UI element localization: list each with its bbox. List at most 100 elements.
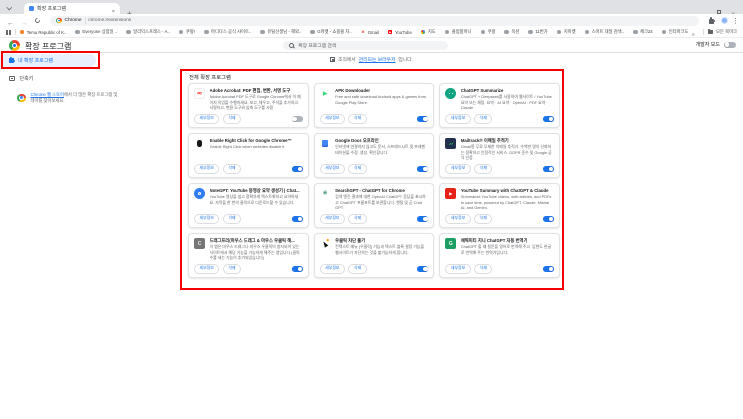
sidebar-item-my-extensions[interactable]: 내 확장 프로그램 [0,54,96,67]
extension-icon [194,188,205,199]
remove-button[interactable]: 삭제 [348,164,367,174]
bookmark-favicon [661,29,667,35]
card-top: 드래그프리(마우스 드래그 & 마우스 우클릭 해... 이 앱은 마우스 드래… [194,238,303,260]
card-actions: 세부정보 삭제 [445,114,554,124]
bookmark-item[interactable]: 옥션 [504,29,519,35]
sidebar: 내 확장 프로그램 단축키 Chrome 웹 스토어에서 더 많은 확장 프로그… [0,54,170,103]
card-top: Mailtrack® 이메일 추적기 Gmail용 무료 무제한 이메일 추적기… [445,138,554,160]
remove-button[interactable]: 삭제 [222,264,241,274]
bookmark-item[interactable]: Temu Republic of K.. [19,29,67,35]
bookmark-item[interactable]: 지도 [420,29,436,35]
bookmark-label: 인터파크도서 [668,29,688,34]
organization-building-icon [330,56,336,63]
extension-toggle[interactable] [417,265,429,272]
extension-description: Free and safe download Android apps & ga… [335,94,426,105]
my-extensions-label: 내 확장 프로그램 [18,58,53,64]
extension-toggle[interactable] [291,115,303,122]
bookmark-item[interactable]: Everyone 상점일 .. [75,29,117,35]
details-button[interactable]: 세부정보 [319,264,345,274]
bookmark-item[interactable]: 스마트 대일 검색.. [584,29,624,35]
details-button[interactable]: 세부정보 [445,264,471,274]
card-top: Adobe Acrobat: PDF 편집, 변환, 서명 도구 Adobe A… [194,88,303,110]
bookmark-item[interactable]: 지마켓 [556,29,576,35]
extension-toggle[interactable] [542,265,554,272]
remove-button[interactable]: 삭제 [222,214,241,224]
extension-toggle[interactable] [542,215,554,222]
bookmark-item[interactable]: 쿠팡 [480,29,496,35]
address-bar[interactable]: Chrome chrome://extensions [50,15,699,26]
tab-search-chevron-icon[interactable] [6,4,12,10]
extension-toggle[interactable] [291,265,303,272]
refresh-icon[interactable] [33,16,42,25]
details-button[interactable]: 세부정보 [194,264,220,274]
apps-grid-icon[interactable] [6,29,11,35]
remove-button[interactable]: 삭제 [474,164,493,174]
details-button[interactable]: 세부정보 [319,214,345,224]
extension-card: Enable Right Click for Google Chrome™ En… [188,133,309,178]
extension-description: 컨텍스트 메뉴 (우클릭) 기능과 텍스트 블록 설정 기능을 웹사이트가 차단… [335,244,425,255]
remove-button[interactable]: 삭제 [474,264,493,274]
extension-toggle[interactable] [417,115,429,122]
extensions-puzzle-icon[interactable] [708,17,715,24]
profile-avatar[interactable] [720,17,728,24]
details-button[interactable]: 세부정보 [319,164,345,174]
details-button[interactable]: 세부정보 [194,114,220,124]
extension-toggle[interactable] [291,215,303,222]
managed-browser-link[interactable]: 관리되는 브라우저 [359,56,396,63]
extension-toggle[interactable] [542,115,554,122]
details-button[interactable]: 세부정보 [194,214,220,224]
bookmark-favicon [444,29,450,35]
bookmark-item[interactable]: YouTube [387,30,412,35]
bookmark-label: 쿠팡 [487,29,496,34]
bookmark-item[interactable]: Gmail [360,30,379,35]
bookmark-label: 11번가 [535,29,548,34]
extension-icon [194,138,205,149]
remove-button[interactable]: 삭제 [474,114,493,124]
active-tab[interactable]: 확장 프로그램 [24,3,120,14]
bookmark-item[interactable]: 알리익스프레스 - A.. [126,29,170,35]
details-button[interactable]: 세부정보 [445,164,471,174]
bookmark-item[interactable]: 유틸선생님 - 해외.. [260,29,301,35]
extension-toggle[interactable] [542,165,554,172]
all-bookmarks-button[interactable]: 모든 북마크 [707,29,737,35]
bookmark-label: Temu Republic of K.. [26,29,67,35]
bookmark-favicon [584,29,590,35]
card-top: YouTube Summary with ChatGPT & Claude Su… [445,188,554,210]
sidebar-item-shortcuts[interactable]: 단축키 [0,72,170,85]
extension-description: 검색 엔진 결과에 대한 OpenAI ChatGPT 응답을 표시하고 Cha… [335,194,426,210]
details-button[interactable]: 세부정보 [445,114,471,124]
extensions-favicon-icon [29,6,34,11]
webstore-link[interactable]: Chrome 웹 스토어 [31,92,64,97]
extension-card: Adobe Acrobat: PDF 편집, 변환, 서명 도구 Adobe A… [188,83,309,128]
remove-button[interactable]: 삭제 [348,114,367,124]
bookmark-item[interactable]: G마켓 - 쇼핑몰 차.. [310,29,352,35]
bookmark-label: 지마켓 [563,29,576,34]
bookmark-favicon [480,29,486,35]
details-button[interactable]: 세부정보 [194,164,220,174]
extension-card: YouTube Summary with ChatGPT & Claude Su… [439,183,560,228]
developer-mode-toggle[interactable] [724,41,736,48]
card-text: Mailtrack® 이메일 추적기 Gmail용 무료 무제한 이메일 추적기… [461,138,554,160]
remove-button[interactable]: 삭제 [348,214,367,224]
bookmark-item[interactable]: 아디다스 공식 사이트.. [204,29,251,35]
card-actions: 세부정보 삭제 [194,214,303,224]
bookmark-item[interactable]: 쿠팡! [178,29,195,35]
extensions-search-input[interactable]: 확장 프로그램 검색 [283,40,448,50]
remove-button[interactable]: 삭제 [222,164,241,174]
details-button[interactable]: 세부정보 [319,114,345,124]
card-text: 우클릭 차단 풀기 컨텍스트 메뉴 (우클릭) 기능과 텍스트 블록 설정 기능… [335,238,428,255]
details-button[interactable]: 세부정보 [445,214,471,224]
bookmark-item[interactable]: 체크24 [633,29,653,35]
bookmark-item[interactable]: 클럽팡마니 [444,29,472,35]
remove-button[interactable]: 삭제 [474,214,493,224]
bookmark-item[interactable]: 인터파크도서 [661,29,688,35]
extension-toggle[interactable] [417,165,429,172]
menu-dots-icon[interactable] [734,17,736,20]
bookmark-favicon [633,29,638,35]
chip-separator [84,17,86,24]
extension-toggle[interactable] [291,165,303,172]
remove-button[interactable]: 삭제 [348,264,367,274]
remove-button[interactable]: 삭제 [222,114,241,124]
extension-toggle[interactable] [417,215,429,222]
bookmark-item[interactable]: 11번가 [528,29,548,35]
